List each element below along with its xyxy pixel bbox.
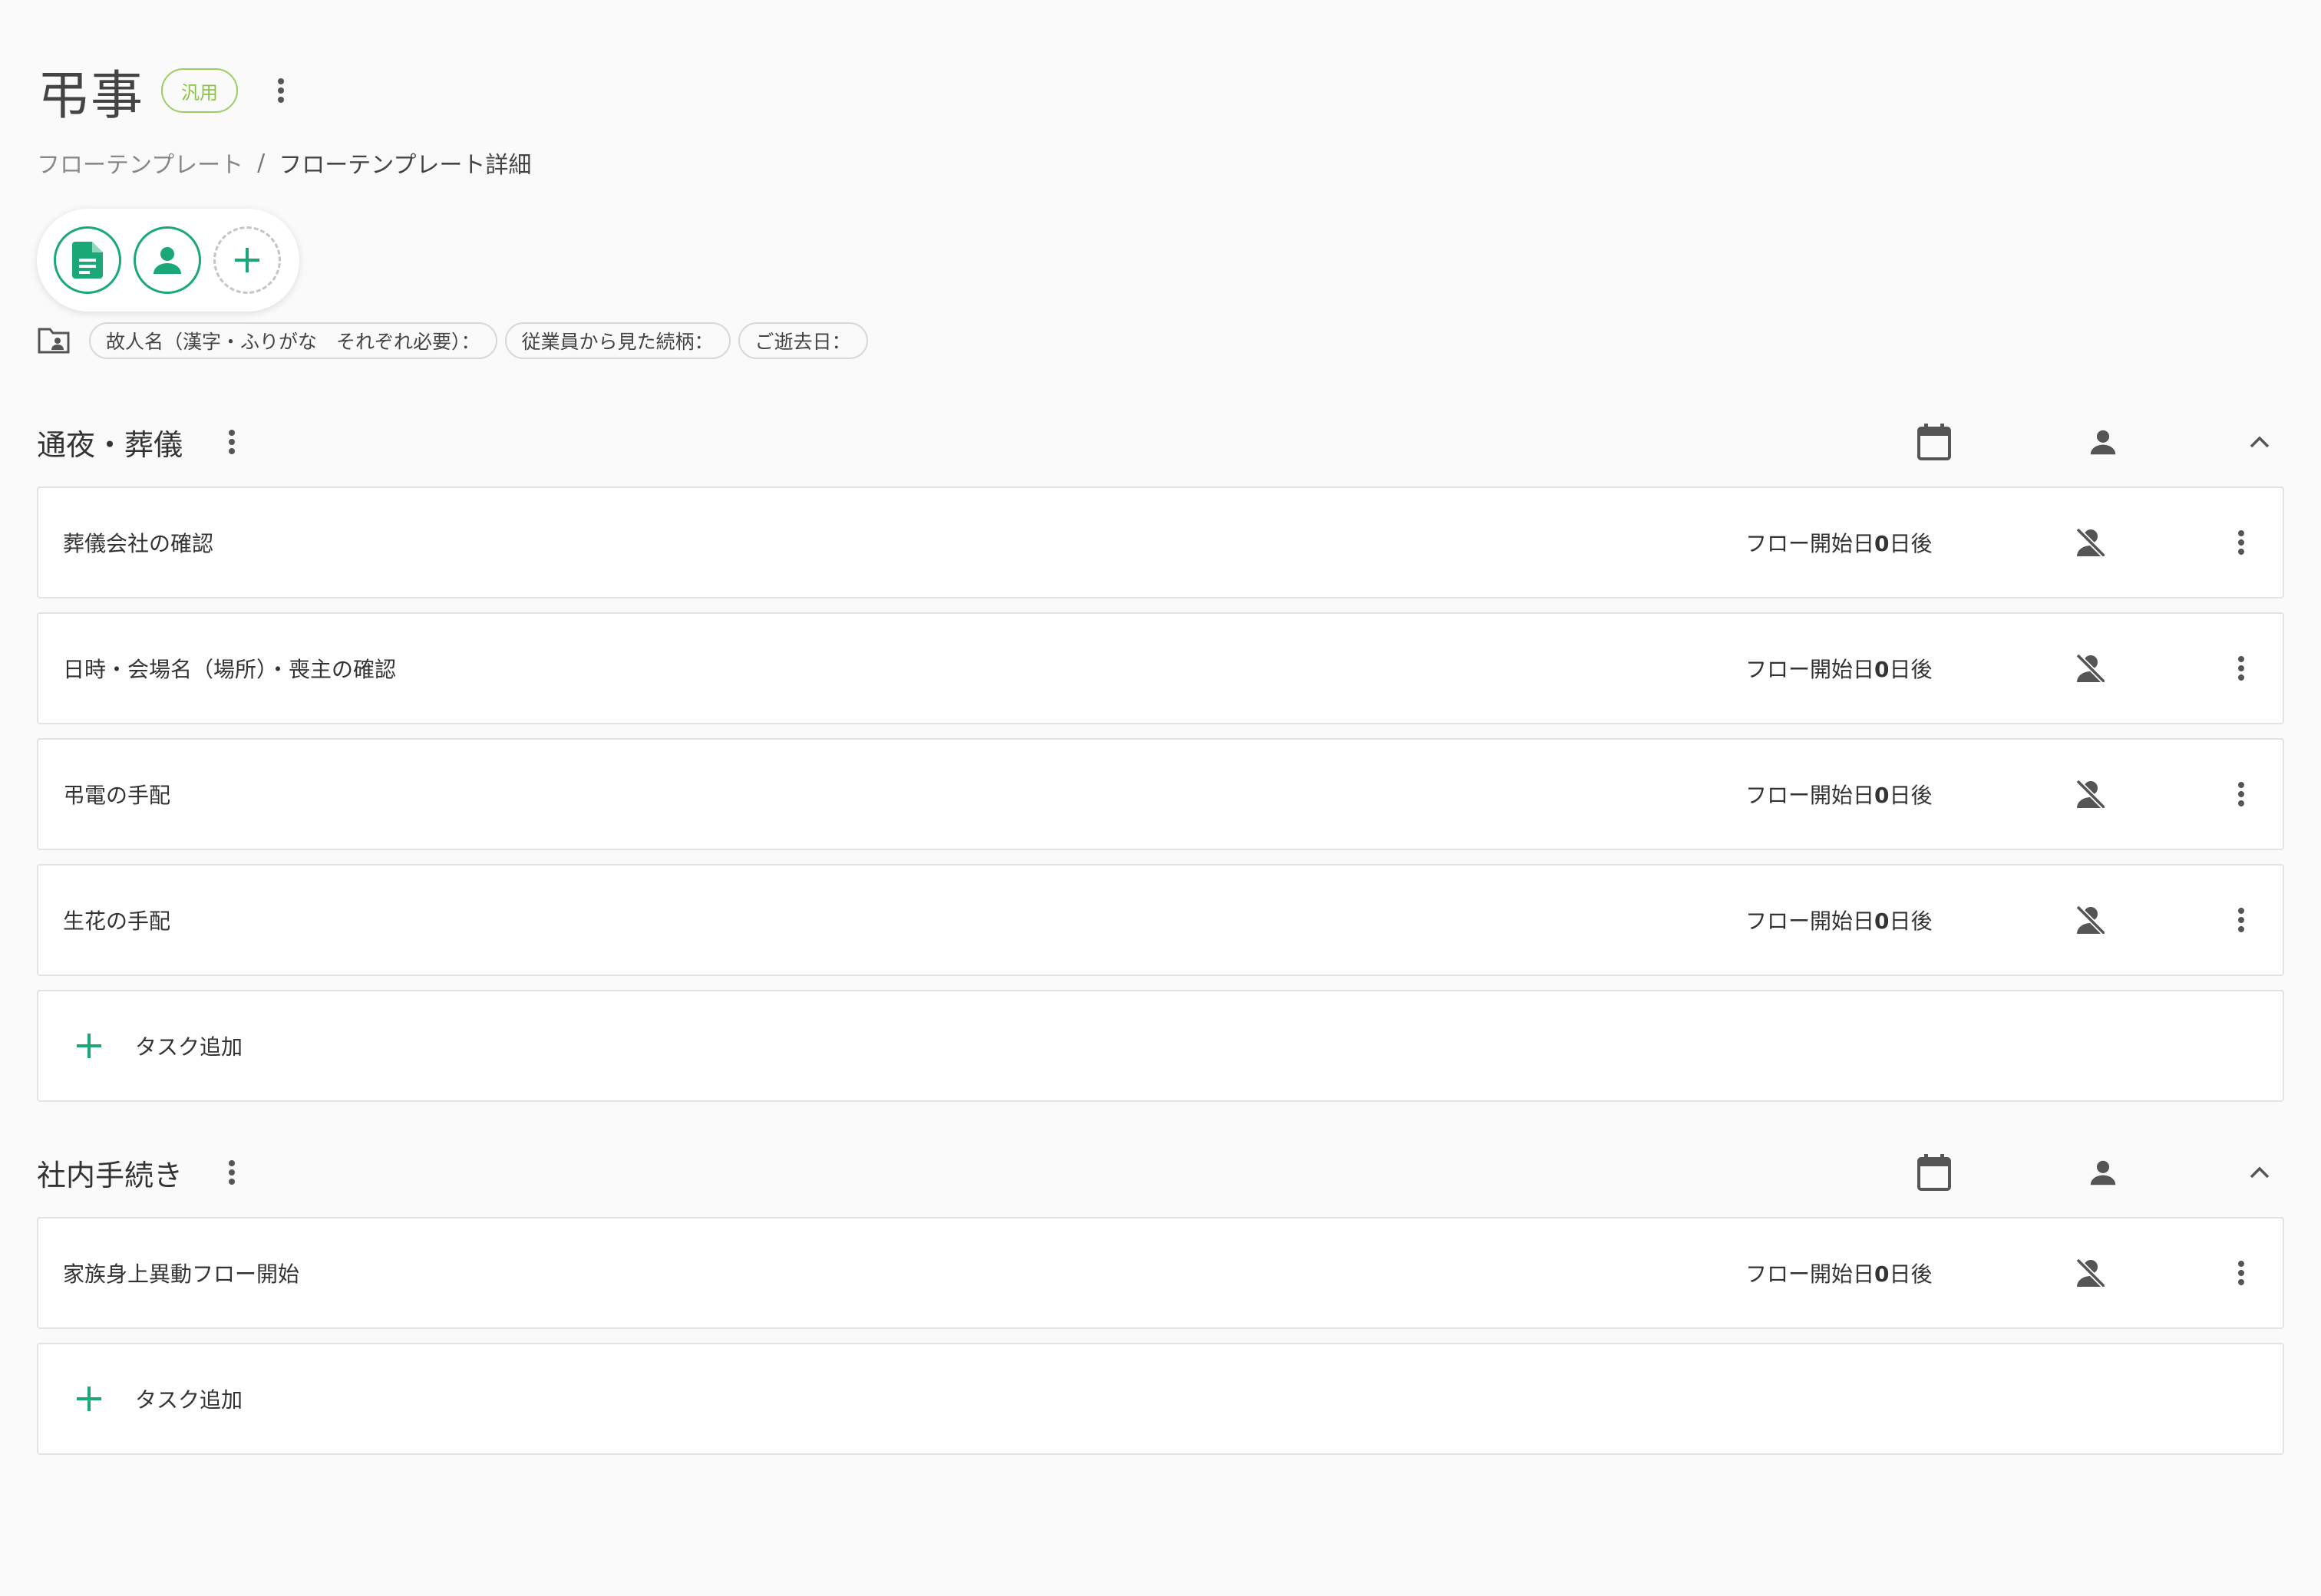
kebab-icon [2238,1261,2244,1285]
section-funeral: 通夜・葬儀 葬儀会社の確認 フロー開始日0日後 日時・会場名（場所）・喪主の確認… [37,411,2284,1102]
person-icon [2082,420,2125,463]
task-name: 弔電の手配 [63,783,171,808]
chevron-up-icon[interactable] [2238,1151,2281,1194]
add-task-button[interactable]: タスク追加 [37,1343,2284,1455]
field-chip-deceased-name[interactable]: 故人名（漢字・ふりがな それぞれ必要）： [89,322,497,359]
breadcrumb-parent-link[interactable]: フローテンプレート [37,146,243,180]
kebab-icon [2238,782,2244,806]
folder-person-icon [37,323,72,358]
add-task-button[interactable]: タスク追加 [37,990,2284,1102]
no-assignee-icon[interactable] [2068,771,2114,817]
section-title: 社内手続き [37,1158,183,1192]
document-role-button[interactable] [54,226,121,294]
task-more-button[interactable] [2220,521,2263,564]
kebab-icon [278,78,285,103]
task-more-button[interactable] [2220,773,2263,816]
calendar-icon [1913,420,1956,463]
section-title: 通夜・葬儀 [37,427,183,462]
task-more-button[interactable] [2220,899,2263,941]
kebab-icon [229,430,236,454]
person-role-button[interactable] [134,226,201,294]
no-assignee-icon[interactable] [2068,519,2114,566]
task-card[interactable]: 日時・会場名（場所）・喪主の確認 フロー開始日0日後 [37,612,2284,724]
add-task-label: タスク追加 [135,1034,243,1060]
task-due: フロー開始日0日後 [1745,657,1933,682]
add-task-label: タスク追加 [135,1387,243,1413]
add-icon [235,248,259,272]
field-chip-relationship[interactable]: 従業員から見た続柄： [504,322,731,359]
person-icon [154,247,181,274]
task-due: フロー開始日0日後 [1745,908,1933,934]
title-more-button[interactable] [259,69,302,112]
task-more-button[interactable] [2220,1251,2263,1294]
task-due: フロー開始日0日後 [1745,783,1933,808]
task-name: 家族身上異動フロー開始 [63,1261,300,1287]
task-name: 葬儀会社の確認 [63,531,214,556]
section-header: 社内手続き [37,1142,2284,1203]
section-more-button[interactable] [210,420,253,463]
category-badge: 汎用 [161,68,239,113]
title-row: 弔事 汎用 [37,60,302,127]
kebab-icon [2238,908,2244,932]
chevron-up-icon[interactable] [2238,420,2281,463]
breadcrumb: フローテンプレート / フローテンプレート詳細 [37,146,531,180]
task-due: フロー開始日0日後 [1745,531,1933,556]
plus-icon [74,1383,104,1414]
task-card[interactable]: 弔電の手配 フロー開始日0日後 [37,738,2284,850]
fields-row: 故人名（漢字・ふりがな それぞれ必要）： 従業員から見た続柄： ご逝去日： [37,322,868,359]
breadcrumb-separator: / [257,149,266,176]
section-more-button[interactable] [210,1151,253,1194]
flow-template-detail-page: 弔事 汎用 フローテンプレート / フローテンプレート詳細 故人名（漢字・ふりが… [0,0,2321,1596]
kebab-icon [229,1160,236,1185]
no-assignee-icon[interactable] [2068,1250,2114,1296]
task-card[interactable]: 家族身上異動フロー開始 フロー開始日0日後 [37,1217,2284,1329]
no-assignee-icon[interactable] [2068,897,2114,943]
task-name: 生花の手配 [63,908,171,934]
task-more-button[interactable] [2220,647,2263,690]
kebab-icon [2238,530,2244,555]
task-card[interactable]: 葬儀会社の確認 フロー開始日0日後 [37,486,2284,598]
calendar-icon [1913,1151,1956,1194]
plus-icon [74,1030,104,1061]
no-assignee-icon[interactable] [2068,645,2114,691]
task-name: 日時・会場名（場所）・喪主の確認 [63,657,397,682]
section-internal-procedures: 社内手続き 家族身上異動フロー開始 フロー開始日0日後 タスク追加 [37,1142,2284,1455]
page-title: 弔事 [37,65,145,127]
role-selector [37,209,299,312]
section-header: 通夜・葬儀 [37,411,2284,473]
person-icon [2082,1151,2125,1194]
field-chip-date-of-death[interactable]: ご逝去日： [738,322,868,359]
breadcrumb-current: フローテンプレート詳細 [279,152,532,179]
task-due: フロー開始日0日後 [1745,1261,1933,1287]
add-role-button[interactable] [213,226,281,294]
document-icon [72,242,103,279]
task-card[interactable]: 生花の手配 フロー開始日0日後 [37,864,2284,976]
kebab-icon [2238,656,2244,681]
